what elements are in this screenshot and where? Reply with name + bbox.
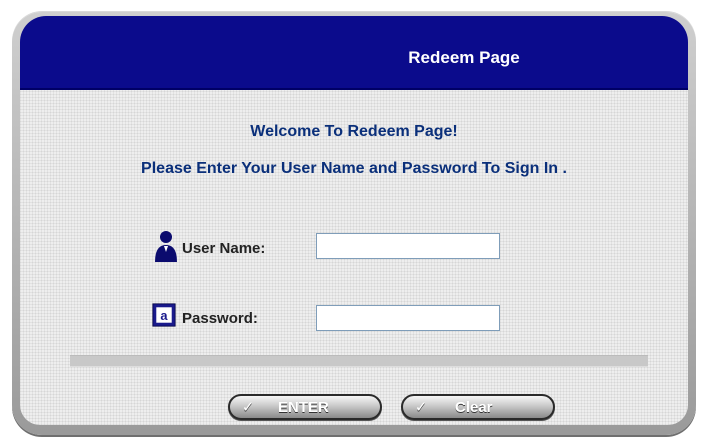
clear-button-label: Clear xyxy=(455,398,493,416)
password-label: Password: xyxy=(182,310,258,327)
redeem-dialog: Redeem Page Welcome To Redeem Page! Plea… xyxy=(12,12,696,435)
user-icon xyxy=(155,231,177,262)
enter-button[interactable]: ✓ ENTER xyxy=(228,394,382,420)
svg-text:a: a xyxy=(160,308,168,323)
instruction-message: Please Enter Your User Name and Password… xyxy=(141,160,567,177)
check-icon: ✓ xyxy=(414,399,428,416)
username-input[interactable] xyxy=(316,233,500,259)
username-label: User Name: xyxy=(182,240,266,257)
page-title: Redeem Page xyxy=(408,48,520,67)
password-row: a Password: xyxy=(20,300,688,334)
dialog-body: Redeem Page Welcome To Redeem Page! Plea… xyxy=(20,16,688,425)
clear-button[interactable]: ✓ Clear xyxy=(401,394,555,420)
enter-button-label: ENTER xyxy=(278,398,329,416)
divider xyxy=(70,355,648,367)
username-row: User Name: xyxy=(20,230,688,264)
password-input[interactable] xyxy=(316,305,500,331)
password-icon: a xyxy=(152,303,176,327)
welcome-message: Welcome To Redeem Page! xyxy=(250,123,458,140)
check-icon: ✓ xyxy=(241,399,255,416)
title-bar: Redeem Page xyxy=(20,16,688,90)
